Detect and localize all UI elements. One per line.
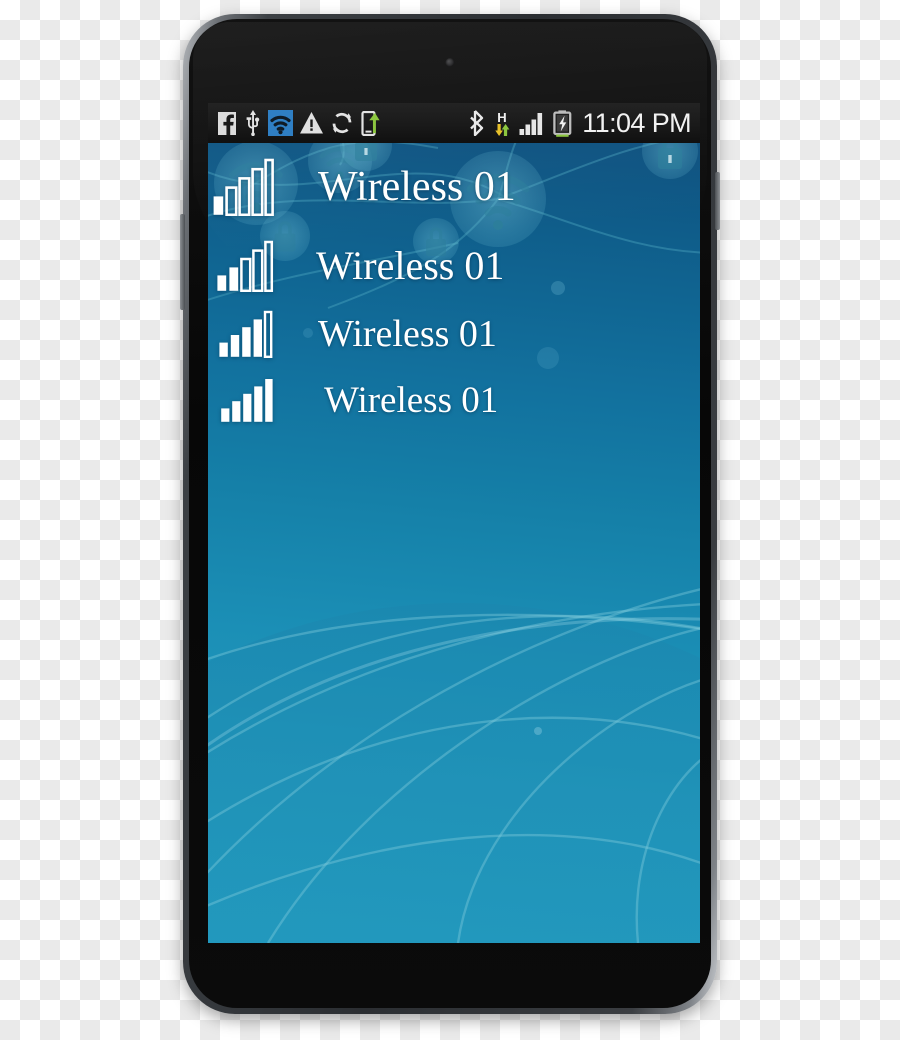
status-bar[interactable]: H 11:04 PM — [208, 103, 700, 143]
usb-icon — [246, 110, 260, 136]
list-item[interactable]: Wireless 01 — [208, 301, 700, 367]
signal-bars-5-of-5-icon — [221, 379, 273, 422]
signal-strength-indicator — [208, 377, 274, 423]
front-camera-sensor — [445, 58, 455, 67]
network-ssid: Wireless 01 — [324, 379, 499, 421]
wifi-icon — [268, 110, 293, 136]
signal-strength-indicator — [208, 310, 274, 358]
svg-text:H: H — [498, 110, 507, 125]
list-item[interactable]: Wireless 01 — [208, 231, 700, 301]
power-button[interactable] — [715, 172, 720, 230]
warning-icon — [300, 112, 323, 134]
phone-screen[interactable]: H 11:04 PM Wireless 01 Wireless 01 Wirel… — [208, 103, 700, 943]
cellular-signal-icon — [519, 112, 543, 135]
signal-bars-4-of-5-icon — [219, 310, 273, 358]
signal-strength-indicator — [208, 240, 274, 292]
list-item[interactable]: Wireless 01 — [208, 143, 700, 231]
signal-strength-indicator — [208, 158, 274, 216]
volume-button[interactable] — [180, 214, 185, 310]
signal-bars-1-of-5-icon — [213, 158, 274, 216]
bluetooth-icon — [470, 110, 484, 136]
hspa-data-icon: H — [495, 110, 510, 136]
status-bar-left-icons — [216, 110, 383, 136]
network-ssid: Wireless 01 — [318, 164, 516, 210]
network-ssid: Wireless 01 — [318, 313, 497, 355]
usb-debug-icon — [361, 110, 380, 136]
status-bar-right-icons: H 11:04 PM — [468, 107, 692, 138]
smartphone-device: H 11:04 PM Wireless 01 Wireless 01 Wirel… — [180, 14, 720, 1014]
signal-bars-2-of-5-icon — [217, 240, 274, 292]
globe-wireframe — [208, 588, 700, 943]
network-ssid: Wireless 01 — [316, 243, 505, 288]
facebook-icon — [218, 111, 236, 135]
status-bar-clock: 11:04 PM — [582, 107, 691, 138]
wifi-network-list[interactable]: Wireless 01 Wireless 01 Wireless 01 Wire… — [208, 143, 700, 433]
sync-icon — [332, 112, 352, 134]
list-item[interactable]: Wireless 01 — [208, 367, 700, 433]
battery-charging-icon — [553, 109, 572, 137]
